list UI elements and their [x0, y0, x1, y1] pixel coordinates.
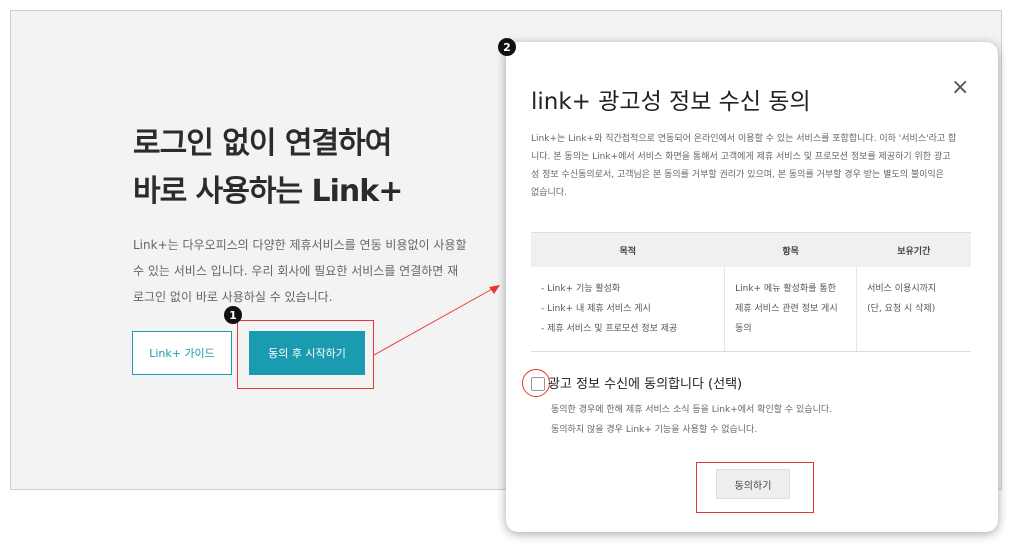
- items-cell: Link+ 메뉴 활성화를 통한 제휴 서비스 관련 정보 게시 동의: [724, 267, 858, 352]
- retention-line: 서비스 이용시까지: [867, 284, 937, 294]
- intro-line1: Link+는 Link+와 직간접적으로 연동되어 온라인에서 이용할 수 있는…: [531, 134, 957, 144]
- consent-modal: link+ 광고성 정보 수신 동의 × Link+는 Link+와 직간접적으…: [506, 42, 998, 532]
- checkbox-highlight: [522, 369, 550, 397]
- modal-intro: Link+는 Link+와 직간접적으로 연동되어 온라인에서 이용할 수 있는…: [531, 130, 976, 202]
- items-line: Link+ 메뉴 활성화를 통한: [735, 284, 836, 294]
- items-line: 제휴 서비스 관련 정보 게시 동의: [735, 304, 838, 334]
- intro-line4: 없습니다.: [531, 188, 567, 198]
- modal-title: link+ 광고성 정보 수신 동의: [531, 89, 811, 115]
- purpose-item: - Link+ 내 제휴 서비스 게시: [541, 304, 651, 314]
- retention-cell: 서비스 이용시까지 (단, 요청 시 삭제): [856, 267, 971, 352]
- consent-table: 목적 항목 보유기간 - Link+ 기능 활성화 - Link+ 내 제휴 서…: [531, 232, 971, 352]
- purpose-item: - 제휴 서비스 및 프로모션 정보 제공: [541, 324, 678, 334]
- consent-checkbox-label[interactable]: 광고 정보 수신에 동의합니다 (선택): [548, 373, 742, 392]
- consent-note-2: 동의하지 않을 경우 Link+ 기능을 사용할 수 없습니다.: [551, 425, 758, 435]
- consent-note-1: 동의한 경우에 한해 제휴 서비스 소식 등을 Link+에서 확인할 수 있습…: [551, 405, 833, 415]
- table-header-row: 목적 항목 보유기간: [531, 232, 971, 267]
- purpose-cell: - Link+ 기능 활성화 - Link+ 내 제휴 서비스 게시 - 제휴 …: [531, 267, 726, 352]
- table-row: - Link+ 기능 활성화 - Link+ 내 제휴 서비스 게시 - 제휴 …: [531, 267, 971, 352]
- step-badge-2: 2: [498, 38, 516, 56]
- intro-line3: 성 정보 수신동의로서, 고객님은 본 동의를 거부할 권리가 있으며, 본 동…: [531, 170, 944, 180]
- agree-button-highlight: [696, 462, 814, 513]
- header-items: 항목: [724, 232, 857, 267]
- intro-line2: 니다. 본 동의는 Link+에서 서비스 화면을 통해서 고객에게 제휴 서비…: [531, 152, 951, 162]
- close-icon[interactable]: ×: [951, 75, 969, 100]
- purpose-item: - Link+ 기능 활성화: [541, 284, 621, 294]
- header-retention: 보유기간: [856, 232, 971, 267]
- retention-line: (단, 요청 시 삭제): [867, 304, 936, 314]
- header-purpose: 목적: [531, 232, 725, 267]
